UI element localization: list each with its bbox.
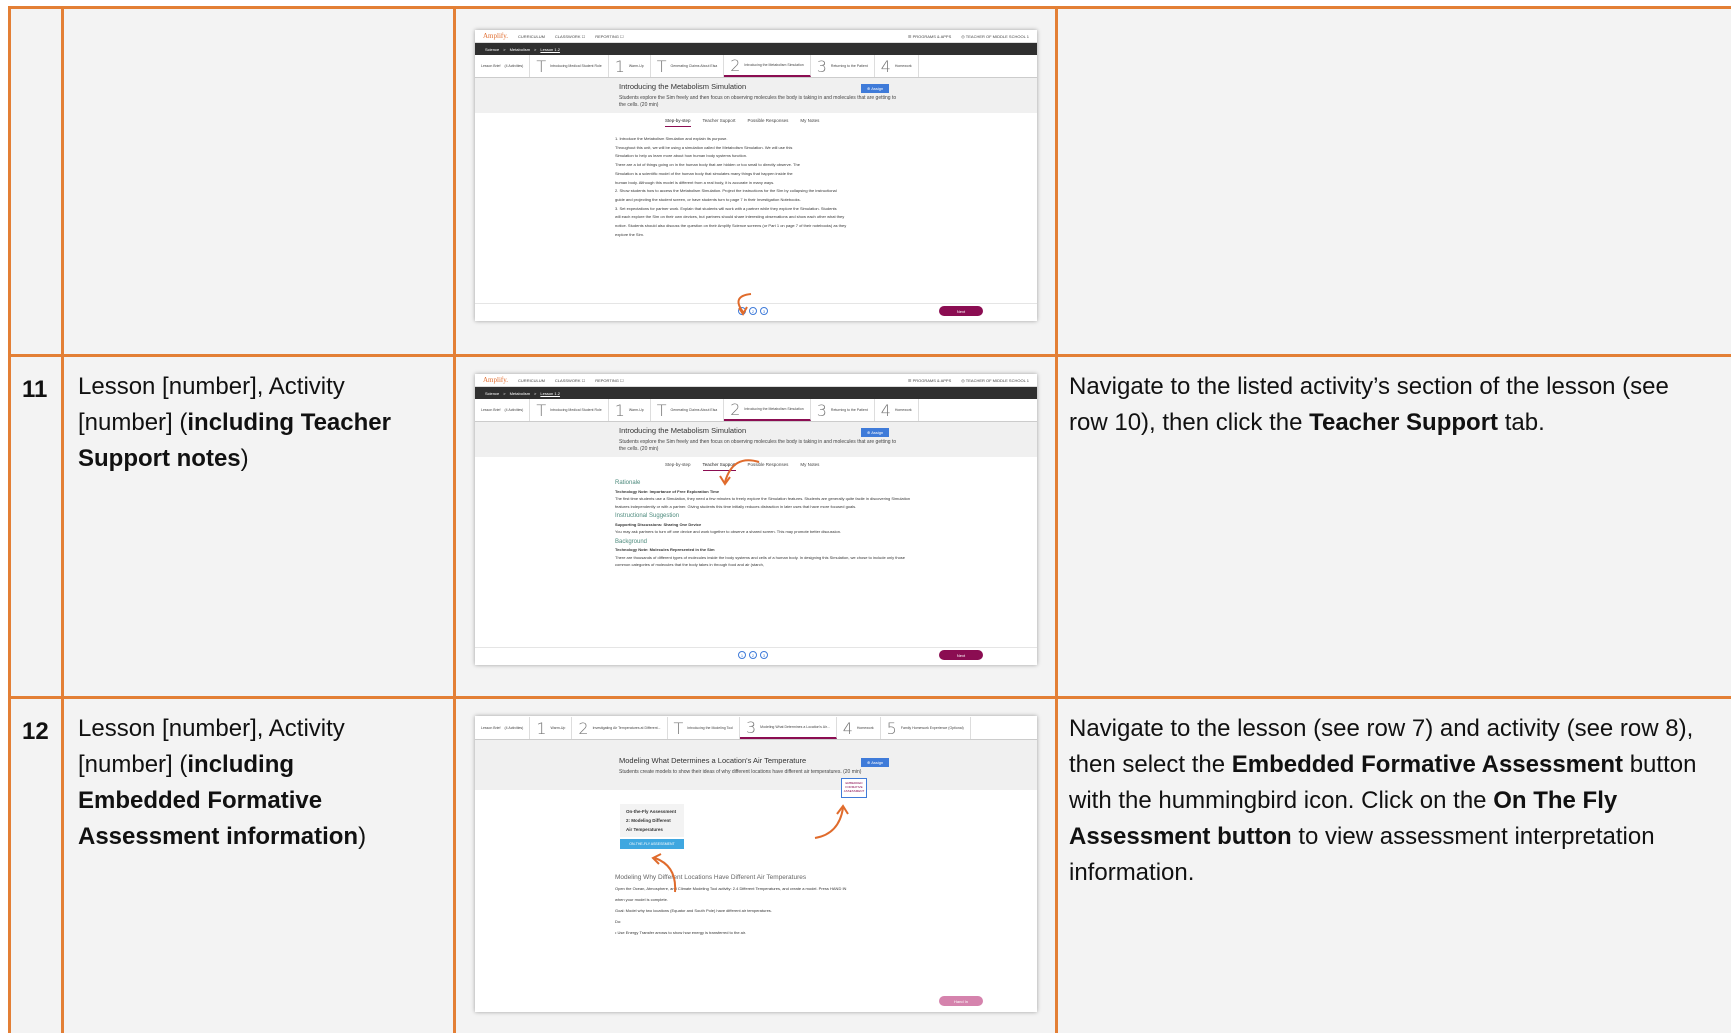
activity-bar: Lesson Brief (4 Activities) T Introducing … — [475, 55, 1037, 78]
lesson-screenshot-step-by-step: Amplify. CURRICULUM CLASSWORK ☐ REPORTING ☐… — [475, 30, 1037, 321]
breadcrumb: Science > Metabolism > Lesson 1.2 — [475, 43, 1037, 55]
row-number: 11 — [22, 376, 48, 403]
row-description: Lesson [number], Activity [number] (incl… — [78, 715, 367, 850]
table-border — [61, 6, 64, 1033]
table-border — [8, 696, 1731, 699]
step-text: 1. Introduce the Metabolism Simulation a… — [615, 136, 847, 237]
curved-arrow-icon — [814, 804, 849, 839]
curved-arrow-icon — [737, 293, 752, 316]
teacher-support-text: Rationale Technology Note: Importance of … — [615, 480, 911, 567]
row-number: 12 — [22, 718, 49, 745]
row-instructions: Navigate to the listed activity’s sectio… — [1069, 373, 1669, 436]
on-the-fly-button: ON-THE-FLY ASSESSMENT — [620, 839, 684, 849]
table-border — [8, 6, 11, 1033]
table-border — [453, 6, 456, 1033]
table-border — [8, 354, 1731, 357]
table-border — [1055, 6, 1058, 1033]
curved-arrow-icon — [651, 853, 677, 893]
amplify-logo: Amplify. — [483, 32, 509, 40]
row-instructions: Navigate to the lesson (see row 7) and a… — [1069, 715, 1697, 886]
lesson-screenshot-teacher-support: Amplify. CURRICULUM CLASSWORK ☐ REPORTING ☐… — [475, 374, 1037, 665]
table-border — [8, 6, 1731, 9]
row-description: Lesson [number], Activity [number] (incl… — [78, 373, 391, 472]
hummingbird-icon: EMBEDDED FORMATIVE ASSESSMENT — [841, 778, 867, 798]
lesson-screenshot-formative-assessment: Lesson Brief (4 Activities) 1 Warm-Up 2 Inv… — [475, 716, 1037, 1012]
curved-arrow-icon — [719, 459, 760, 486]
